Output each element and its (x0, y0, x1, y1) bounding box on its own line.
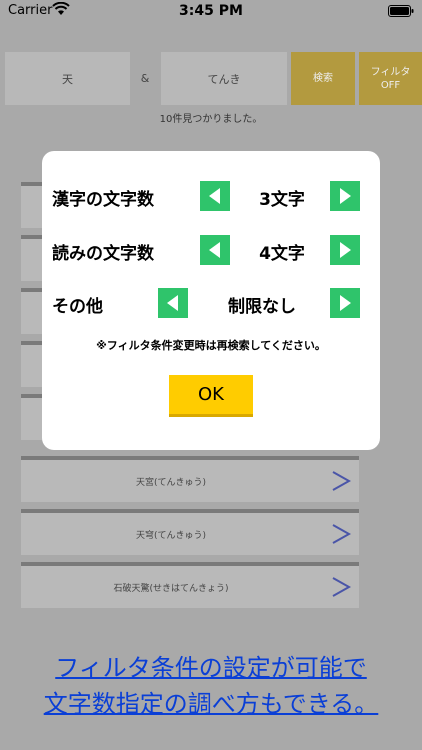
other-value: 制限なし (228, 297, 296, 317)
chevron-right-icon (332, 577, 351, 597)
triangle-right-icon (340, 188, 351, 204)
promo-line-1: フィルタ条件の設定が可能で (55, 654, 367, 682)
reading-count-decrease-button[interactable] (200, 235, 230, 265)
filter-dialog: 漢字の文字数 3文字 読みの文字数 4文字 その他 制限なし ※フィルタ条件変更… (42, 151, 380, 450)
kanji-input[interactable]: 天 (5, 52, 130, 105)
other-label: その他 (52, 297, 103, 317)
kanji-count-label: 漢字の文字数 (52, 190, 154, 210)
search-button-label: 検索 (313, 73, 333, 84)
filter-button-label-line2: OFF (380, 79, 401, 91)
result-count: 10件見つかりました。 (159, 114, 263, 125)
chevron-right-icon (332, 524, 351, 544)
kanji-count-increase-button[interactable] (330, 181, 360, 211)
reading-count-label: 読みの文字数 (52, 244, 154, 264)
list-item-label: 石破天驚(せきはてんきょう) (113, 584, 229, 594)
ok-button[interactable]: OK (169, 375, 253, 417)
reading-count-value: 4文字 (259, 244, 305, 264)
list-item[interactable]: 天穹(てんきゅう) (21, 509, 359, 555)
kanji-count-decrease-button[interactable] (200, 181, 230, 211)
triangle-left-icon (209, 188, 220, 204)
other-increase-button[interactable] (330, 288, 360, 318)
chevron-right-icon (332, 471, 351, 491)
triangle-left-icon (167, 295, 178, 311)
filter-button-label-line1: フィルタ (370, 66, 411, 78)
status-bar: Carrier 3:45 PM (0, 0, 422, 22)
reading-input[interactable]: てんき (161, 52, 287, 105)
list-item[interactable]: 石破天驚(せきはてんきょう) (21, 562, 359, 608)
reading-count-increase-button[interactable] (330, 235, 360, 265)
list-item[interactable]: 天宮(てんきゅう) (21, 456, 359, 502)
promo-line-2: 文字数指定の調べ方もできる。 (43, 690, 379, 718)
list-item-label: 天穹(てんきゅう) (135, 531, 207, 541)
other-decrease-button[interactable] (158, 288, 188, 318)
battery-icon (388, 5, 414, 17)
triangle-right-icon (340, 242, 351, 258)
triangle-right-icon (340, 295, 351, 311)
list-item-label: 天宮(てんきゅう) (135, 478, 207, 488)
search-button[interactable]: 検索 (291, 52, 355, 105)
kanji-count-value: 3文字 (259, 190, 305, 210)
filter-button[interactable]: フィルタ OFF (359, 52, 422, 105)
filter-note: ※フィルタ条件変更時は再検索してください。 (96, 339, 326, 352)
triangle-left-icon (209, 242, 220, 258)
clock: 3:45 PM (179, 3, 243, 19)
ampersand-label: & (140, 72, 150, 85)
